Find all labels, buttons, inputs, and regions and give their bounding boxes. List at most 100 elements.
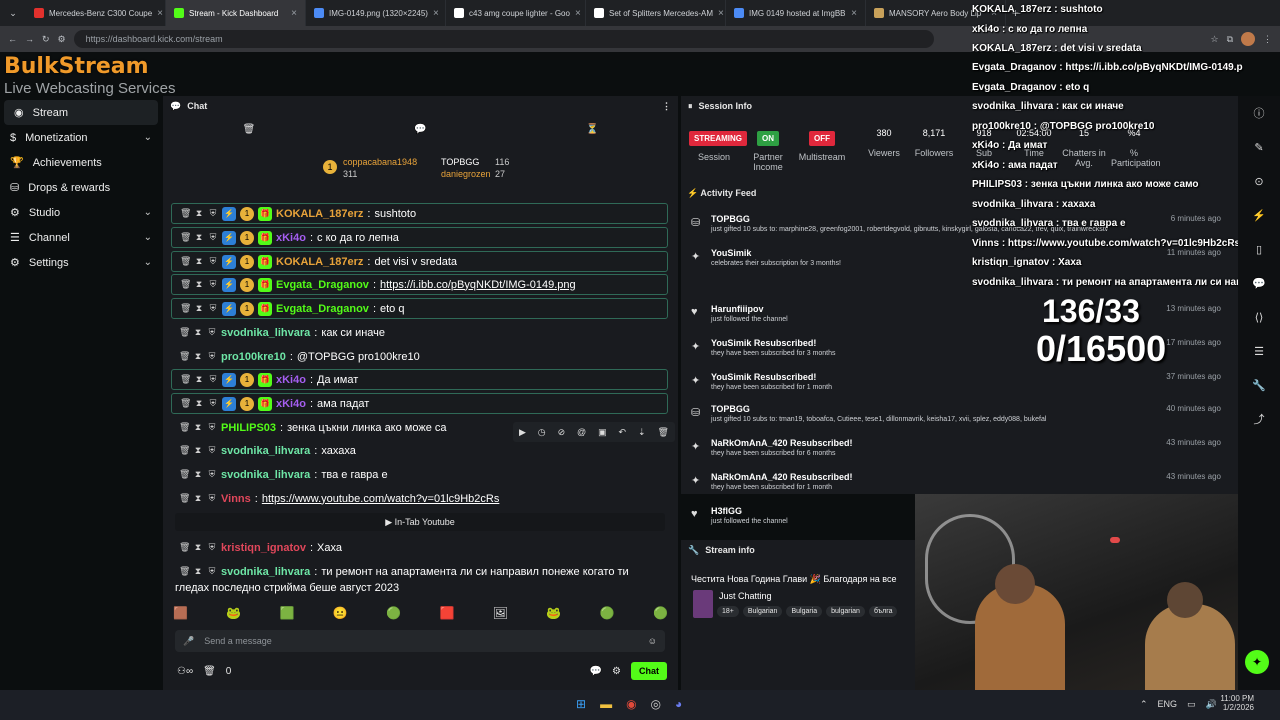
forward-icon[interactable]: → bbox=[25, 34, 34, 44]
chat-username[interactable]: xKi4o bbox=[276, 374, 306, 386]
chat-username[interactable]: KOKALA_187erz bbox=[276, 208, 363, 220]
shield-icon[interactable]: ⛨ bbox=[208, 232, 218, 243]
tag-chip[interactable]: бълга bbox=[868, 606, 898, 617]
timeout-icon[interactable]: ⧗ bbox=[194, 232, 204, 243]
chat-tool-icon[interactable]: 💬 bbox=[1238, 266, 1280, 300]
timeout-icon[interactable]: ⧗ bbox=[193, 351, 203, 362]
chevron-down-icon[interactable]: ⌄ bbox=[144, 132, 152, 143]
windows-start-icon[interactable]: ⊞ bbox=[576, 697, 586, 711]
chat-message-row[interactable]: 🗑 ⧗ ⛨ ⚡ 1 🎁 Evgata_Draganov: https://i.ibb.co/p… bbox=[171, 274, 668, 295]
chat-link[interactable]: https://www.youtube.com/watch?v=01lc9Hb2… bbox=[262, 493, 500, 505]
delete-icon[interactable]: 🗑 bbox=[180, 256, 191, 267]
emote-icon[interactable]: 🐸 bbox=[546, 606, 561, 626]
tab-search-icon[interactable]: ⌄ bbox=[0, 8, 26, 19]
play-icon[interactable]: ▶ bbox=[519, 427, 526, 438]
target-icon[interactable]: ⊙ bbox=[1238, 164, 1280, 198]
sidebar-item-studio[interactable]: ⚙ Studio ⌄ bbox=[0, 200, 162, 225]
chat-username[interactable]: svodnika_lihvara bbox=[221, 469, 310, 481]
browser-tab[interactable]: Stream - Kick Dashboard × bbox=[166, 0, 306, 26]
chat-message-row[interactable]: 🗑 ⧗ ⛨ ⚡ 1 🎁 KOKALA_187erz: sushtoto bbox=[171, 203, 668, 224]
delete-icon[interactable]: 🗑 bbox=[180, 232, 191, 243]
timeout-icon[interactable]: ⧗ bbox=[194, 374, 204, 385]
link-icon[interactable]: ⚇∞ bbox=[177, 666, 193, 677]
chat-message-row[interactable]: 🗑 ⧗ ⛨ ⚡ 1 🎁 xKi4o: с ко да го лепна bbox=[171, 227, 668, 248]
chat-message-row[interactable]: 🗑 ⧗ ⛨ ⚡ 1 🎁 xKi4o: ама падат bbox=[171, 393, 668, 414]
tag-chip[interactable]: Bulgaria bbox=[786, 606, 823, 617]
browser-tab[interactable]: IMG 0149 hosted at ImgBB × bbox=[726, 0, 866, 26]
shield-icon[interactable]: ⛨ bbox=[207, 542, 217, 553]
shield-icon[interactable]: ⛨ bbox=[208, 208, 218, 219]
timeout-icon[interactable]: ⧗ bbox=[194, 256, 204, 267]
emote-icon[interactable]: 🟥 bbox=[439, 606, 454, 626]
close-tab-icon[interactable]: × bbox=[433, 8, 439, 19]
copy-icon[interactable]: ▣ bbox=[598, 427, 607, 438]
shield-icon[interactable]: ⛨ bbox=[208, 303, 218, 314]
timeout-icon[interactable]: ⧗ bbox=[193, 566, 203, 577]
delete-icon[interactable]: 🗑 bbox=[180, 398, 191, 409]
browser-tab[interactable]: IMG-0149.png (1320×2245) × bbox=[306, 0, 446, 26]
timeout-icon[interactable]: ⧗ bbox=[194, 208, 204, 219]
delete-icon[interactable]: 🗑 bbox=[179, 445, 190, 456]
shield-icon[interactable]: ⛨ bbox=[207, 327, 217, 338]
chat-username[interactable]: xKi4o bbox=[276, 232, 306, 244]
language-indicator[interactable]: ENG bbox=[1158, 699, 1178, 710]
activity-item[interactable]: ✦ YouSimik Resubscribed! they have been su… bbox=[691, 372, 1231, 406]
phone-icon[interactable]: ▯ bbox=[1238, 232, 1280, 266]
emote-icon[interactable]: 🟫 bbox=[173, 606, 188, 626]
chrome-icon[interactable]: ◉ bbox=[626, 697, 636, 711]
chat-rules-icon[interactable]: 💬 bbox=[590, 666, 602, 677]
timeout-icon[interactable]: ⧗ bbox=[193, 445, 203, 456]
tag-chip[interactable]: Bulgarian bbox=[742, 606, 783, 617]
chat-username[interactable]: PHILIPS03 bbox=[221, 422, 276, 434]
chat-username[interactable]: svodnika_lihvara bbox=[221, 566, 310, 578]
delete-icon[interactable]: 🗑 bbox=[179, 469, 190, 480]
undo-icon[interactable]: ↶ bbox=[619, 427, 627, 438]
pencil-icon[interactable]: ✎ bbox=[1238, 130, 1280, 164]
timeout-icon[interactable]: ⧗ bbox=[193, 469, 203, 480]
shield-icon[interactable]: ⛨ bbox=[207, 493, 217, 504]
shield-icon[interactable]: ⛨ bbox=[207, 469, 217, 480]
in-tab-youtube[interactable]: ▶ In-Tab Youtube bbox=[175, 513, 665, 531]
timeout-icon[interactable]: ⧗ bbox=[194, 398, 204, 409]
profile-avatar[interactable] bbox=[1241, 32, 1255, 46]
chevron-down-icon[interactable]: ⌄ bbox=[144, 257, 152, 268]
sidebar-item-stream[interactable]: ◉ Stream bbox=[4, 100, 158, 125]
sidebar-item-channel[interactable]: ☰ Channel ⌄ bbox=[0, 225, 162, 250]
list-icon[interactable]: ☰ bbox=[1238, 334, 1280, 368]
chevron-down-icon[interactable]: ⌄ bbox=[144, 232, 152, 243]
chat-settings-icon[interactable]: ⚙ bbox=[612, 666, 621, 677]
timeout-icon[interactable]: ⧗ bbox=[193, 422, 203, 433]
mention-icon[interactable]: @ bbox=[577, 427, 586, 437]
tray-chevron-icon[interactable]: ⌃ bbox=[1140, 699, 1148, 710]
network-icon[interactable]: ▭ bbox=[1187, 699, 1196, 710]
tag-chip[interactable]: 18+ bbox=[717, 606, 739, 617]
file-explorer-icon[interactable]: ▬ bbox=[600, 697, 612, 711]
share-icon[interactable]: ⤴ bbox=[1238, 402, 1280, 436]
hide-icon[interactable]: ⊘ bbox=[558, 427, 566, 438]
sidebar-item-monetization[interactable]: $ Monetization ⌄ bbox=[0, 125, 162, 150]
back-icon[interactable]: ← bbox=[8, 34, 17, 44]
shield-icon[interactable]: ⛨ bbox=[207, 566, 217, 577]
emote-icon[interactable]: 😐 bbox=[333, 606, 348, 626]
status-session[interactable]: STREAMING Session bbox=[689, 128, 747, 162]
chat-username[interactable]: svodnika_lihvara bbox=[221, 445, 310, 457]
timeout-icon[interactable]: ⧗ bbox=[194, 279, 204, 290]
info-icon[interactable]: ⓘ bbox=[1238, 96, 1280, 130]
wrench-tool-icon[interactable]: 🔧 bbox=[1238, 368, 1280, 402]
category-name[interactable]: Just Chatting bbox=[719, 591, 772, 601]
close-tab-icon[interactable]: × bbox=[157, 8, 163, 19]
menu-icon[interactable]: ⋮ bbox=[1263, 34, 1272, 45]
stream-title[interactable]: Честита Нова Година Глави 🎉 Благодаря на… bbox=[691, 574, 915, 585]
chat-username[interactable]: xKi4o bbox=[276, 398, 306, 410]
emote-icon[interactable]: 🟢 bbox=[600, 606, 615, 626]
delete-icon[interactable]: 🗑 bbox=[179, 493, 190, 504]
delete-icon[interactable]: 🗑 bbox=[180, 374, 191, 385]
delete-icon[interactable]: 🗑 bbox=[180, 208, 191, 219]
shield-icon[interactable]: ⛨ bbox=[208, 398, 218, 409]
status-partner[interactable]: ON Partner Income bbox=[743, 128, 793, 172]
timeout-icon[interactable]: ⧗ bbox=[194, 303, 204, 314]
url-field[interactable]: https://dashboard.kick.com/stream bbox=[73, 30, 934, 48]
discord-icon[interactable]: ◕ bbox=[675, 697, 682, 711]
close-tab-icon[interactable]: × bbox=[851, 8, 857, 19]
pin-icon[interactable]: ⇣ bbox=[638, 427, 646, 438]
